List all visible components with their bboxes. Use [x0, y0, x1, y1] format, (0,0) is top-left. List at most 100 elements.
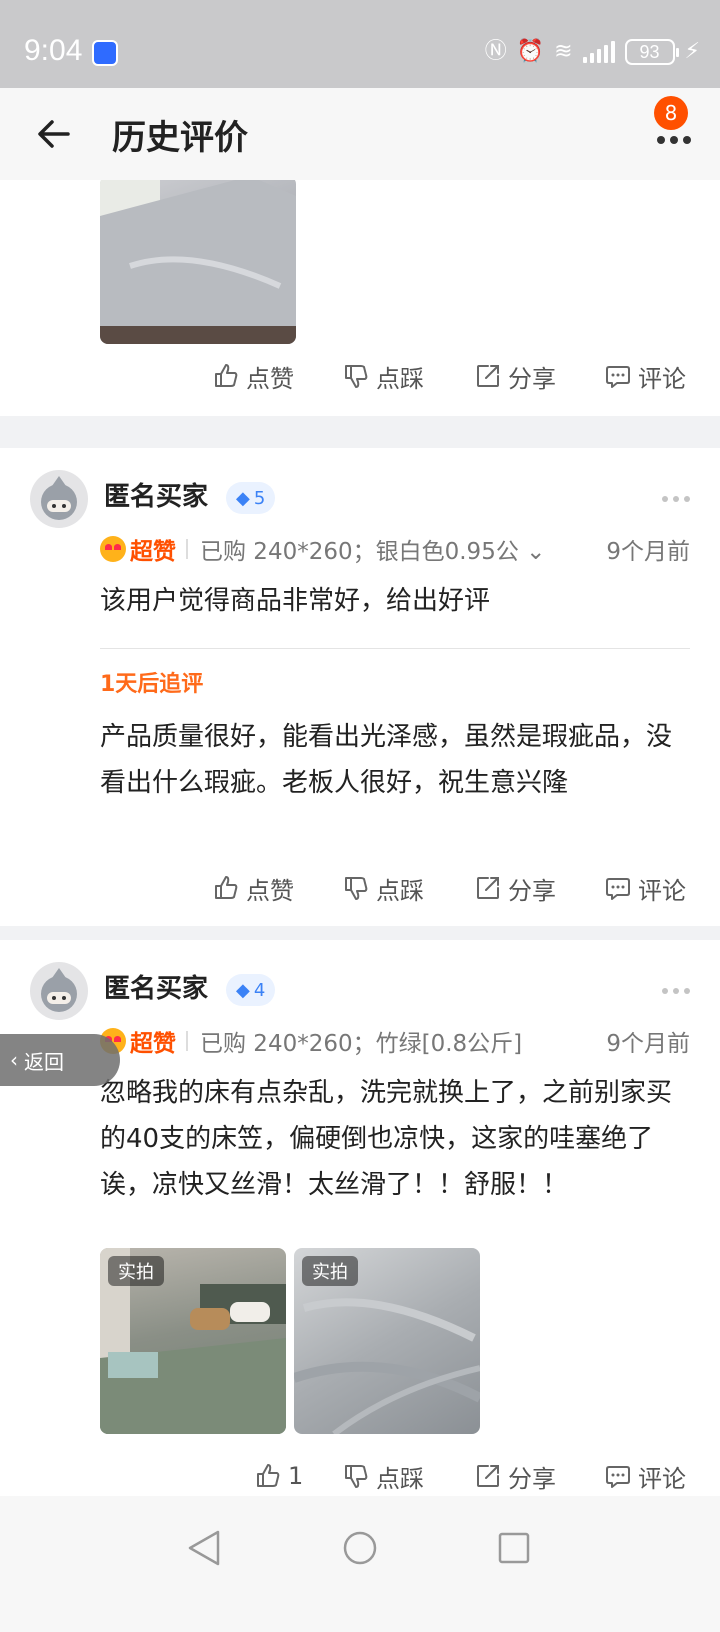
anonymous-avatar-icon: [41, 968, 77, 1012]
like-label: 点赞: [246, 364, 294, 393]
review-actions: 点赞 点踩 分享 评论: [0, 860, 720, 916]
review-photo[interactable]: 实拍: [294, 1248, 480, 1434]
dislike-label: 点踩: [376, 364, 424, 393]
dot-icon: [662, 988, 668, 994]
purchase-info[interactable]: 已购 240*260；竹绿[0.8公斤]: [200, 1024, 522, 1058]
divider: [186, 539, 188, 559]
review-time: 9个月前: [606, 539, 690, 565]
photo-tag: 实拍: [108, 1256, 164, 1286]
signal-icon: [582, 41, 615, 63]
thumbs-up-icon: [215, 876, 238, 899]
battery-icon: 93: [624, 39, 679, 65]
rating-label: 超赞: [130, 539, 176, 565]
review-more-button[interactable]: [662, 496, 690, 502]
review-actions: 点赞 点踩 分享 评论: [0, 348, 720, 404]
comment-icon: [606, 878, 630, 900]
dislike-label: 点踩: [376, 1464, 424, 1493]
thumbs-down-icon: [345, 365, 368, 388]
alarm-icon: ⏰: [516, 39, 545, 64]
heart-eyes-icon: [100, 536, 126, 562]
photo-tag: 实拍: [302, 1256, 358, 1286]
purchase-info[interactable]: 已购 240*260；银白色0.95公 ⌄: [200, 532, 545, 566]
share-label: 分享: [508, 364, 556, 393]
anonymous-avatar-icon: [41, 476, 77, 520]
rating-label: 超赞: [130, 1031, 176, 1057]
charging-icon: ⚡: [684, 39, 700, 64]
review-time: 9个月前: [606, 1031, 690, 1057]
dislike-button[interactable]: 点踩: [342, 348, 424, 404]
dot-icon: [670, 136, 678, 144]
review-list[interactable]: 点赞 点踩 分享 评论 匿名买家 ◆ 5 超赞 已购 240*260；银白色0.…: [0, 180, 720, 1556]
share-icon: [477, 365, 499, 387]
comment-label: 评论: [638, 876, 686, 905]
nav-home-icon[interactable]: [343, 1531, 377, 1565]
followup-label: 1天后追评: [100, 672, 204, 697]
back-button[interactable]: [30, 108, 82, 160]
share-button[interactable]: 分享: [474, 348, 556, 404]
status-time: 9:04: [24, 34, 83, 67]
review-photo[interactable]: 实拍: [100, 1248, 286, 1434]
chevron-left-icon: ‹: [10, 1048, 18, 1072]
user-level: 4: [253, 979, 266, 1001]
comment-label: 评论: [638, 364, 686, 393]
dot-icon: [662, 496, 668, 502]
comment-icon: [606, 1466, 630, 1488]
avatar[interactable]: [30, 470, 88, 528]
thumbs-down-icon: [345, 1465, 368, 1488]
floating-back-button[interactable]: ‹ 返回: [0, 1034, 120, 1086]
review-text: 该用户觉得商品非常好，给出好评: [100, 586, 491, 616]
nav-recents-icon[interactable]: [498, 1532, 530, 1564]
nav-back-icon[interactable]: [188, 1530, 220, 1566]
bed-photo-graphic: [100, 180, 296, 344]
comment-button[interactable]: 评论: [604, 860, 686, 916]
nfc-icon: Ⓝ: [484, 39, 507, 64]
divider: [100, 648, 690, 649]
floating-back-label: 返回: [24, 1049, 64, 1074]
like-button[interactable]: 点赞: [212, 860, 294, 916]
comment-label: 评论: [638, 1464, 686, 1493]
share-label: 分享: [508, 876, 556, 905]
dot-icon: [684, 988, 690, 994]
dot-icon: [683, 136, 691, 144]
review-more-button[interactable]: [662, 988, 690, 994]
like-label: 点赞: [246, 876, 294, 905]
message-count-badge: 8: [654, 96, 688, 130]
chevron-down-icon: ⌄: [526, 539, 546, 565]
followup-text: 产品质量很好，能看出光泽感，虽然是瑕疵品，没看出什么瑕疵。老板人很好，祝生意兴隆: [100, 722, 673, 798]
dot-icon: [684, 496, 690, 502]
dot-icon: [673, 988, 679, 994]
dislike-button[interactable]: 点踩: [342, 860, 424, 916]
rating: 超赞: [100, 532, 176, 566]
app-notification-icon: [92, 40, 118, 66]
share-icon: [477, 1465, 499, 1487]
dot-icon: [673, 496, 679, 502]
user-level-badge: ◆ 4: [226, 974, 276, 1006]
like-button[interactable]: 点赞: [212, 348, 294, 404]
comment-button[interactable]: 评论: [604, 348, 686, 404]
review-card: 匿名买家 ◆ 5 超赞 已购 240*260；银白色0.95公 ⌄ 9个月前 该…: [0, 448, 720, 926]
review-card: 点赞 点踩 分享 评论: [0, 180, 720, 416]
review-card: 匿名买家 ◆ 4 超赞 已购 240*260；竹绿[0.8公斤] 9个月前 忽略…: [0, 940, 720, 1556]
review-meta: 超赞 已购 240*260；银白色0.95公 ⌄ 9个月前: [100, 532, 690, 566]
user-level: 5: [253, 487, 266, 509]
dot-icon: [657, 136, 665, 144]
diamond-icon: ◆: [236, 487, 250, 509]
share-button[interactable]: 分享: [474, 860, 556, 916]
thumbs-up-icon: [257, 1464, 280, 1487]
diamond-icon: ◆: [236, 979, 250, 1001]
divider: [186, 1031, 188, 1051]
comment-icon: [606, 366, 630, 388]
wifi-icon: ≋: [554, 39, 573, 64]
purchase-spec: 已购 240*260；银白色0.95公: [200, 539, 519, 565]
like-count: 1: [288, 1462, 304, 1490]
thumbs-down-icon: [345, 877, 368, 900]
avatar[interactable]: [30, 962, 88, 1020]
review-meta: 超赞 已购 240*260；竹绿[0.8公斤] 9个月前: [100, 1024, 690, 1058]
thumbs-up-icon: [215, 364, 238, 387]
page-title: 历史评价: [112, 118, 248, 158]
review-photo[interactable]: [100, 180, 296, 344]
username: 匿名买家: [104, 482, 209, 512]
user-level-badge: ◆ 5: [226, 482, 276, 514]
dislike-label: 点踩: [376, 876, 424, 905]
battery-level: 93: [639, 42, 660, 62]
